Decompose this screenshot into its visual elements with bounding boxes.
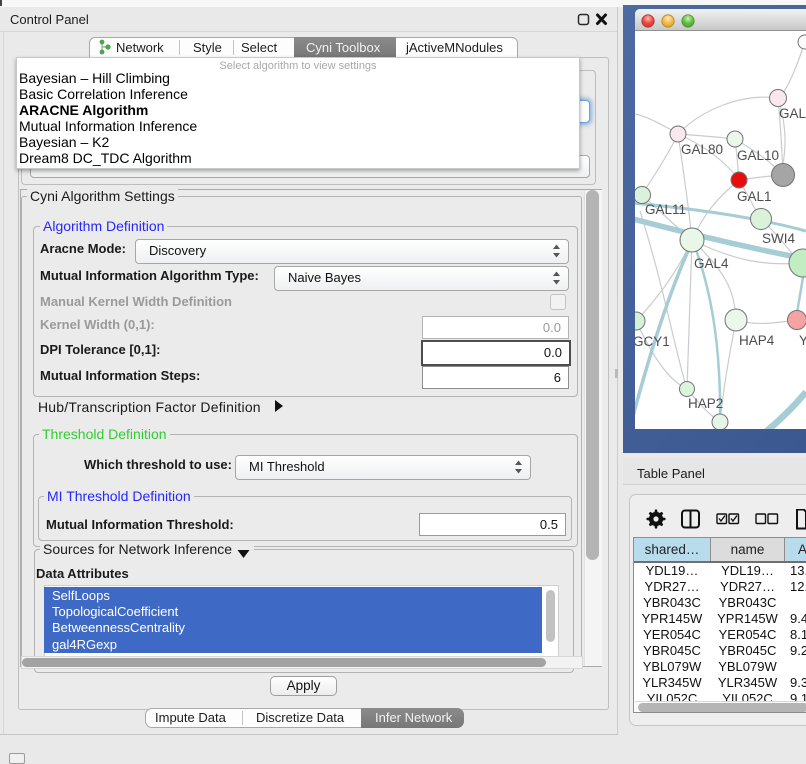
svg-text:GAL11: GAL11: [645, 202, 686, 217]
svg-text:GAL1: GAL1: [737, 189, 772, 204]
svg-text:GAL10: GAL10: [737, 148, 779, 163]
svg-text:GAL4: GAL4: [694, 256, 729, 271]
svg-text:GAL7: GAL7: [779, 106, 806, 121]
svg-text:GAL80: GAL80: [681, 142, 723, 157]
svg-text:GCY1: GCY1: [635, 334, 670, 349]
svg-text:Y: Y: [799, 333, 806, 348]
svg-text:HAP2: HAP2: [688, 396, 723, 411]
svg-text:SWI4: SWI4: [762, 231, 795, 246]
svg-text:HAP4: HAP4: [739, 333, 775, 348]
